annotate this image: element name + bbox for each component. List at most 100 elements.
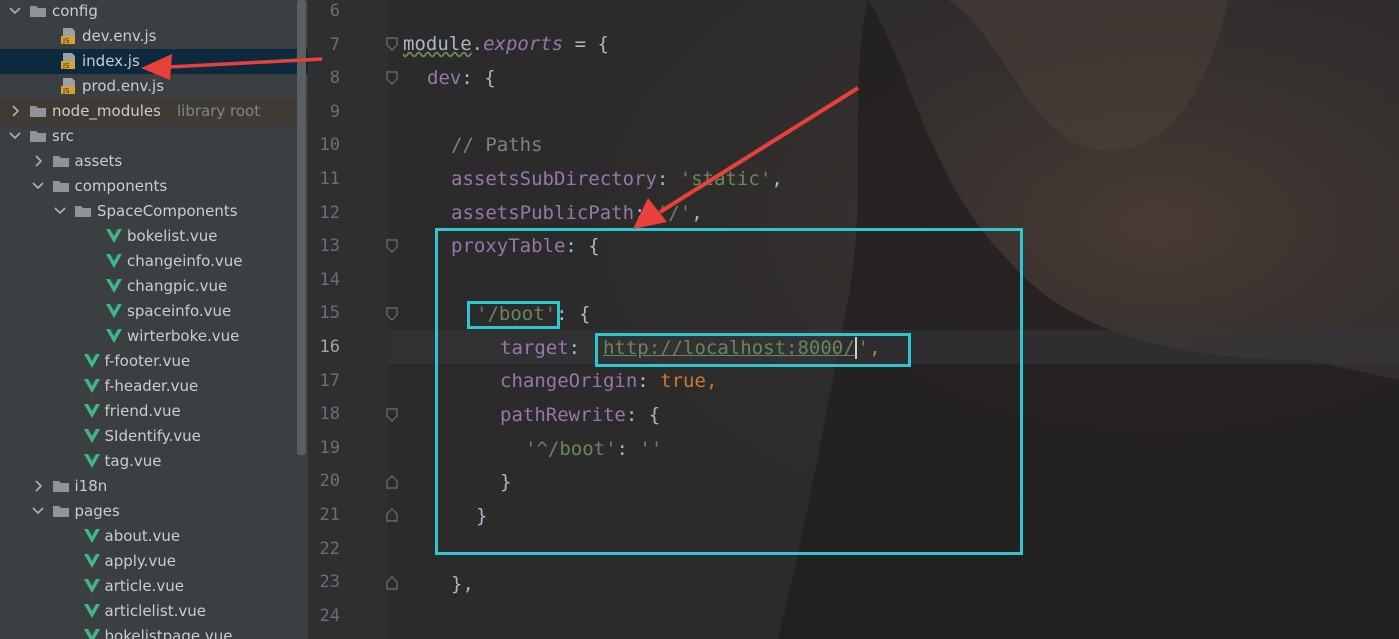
js-file-icon: JS	[61, 28, 75, 45]
line-number: 23	[319, 572, 340, 593]
tree-item[interactable]: JS dev.env.js	[0, 24, 308, 49]
line-number: 18	[319, 404, 340, 425]
chevron-down-icon[interactable]	[53, 203, 67, 219]
tree-item-label: SpaceComponents	[97, 202, 238, 220]
tree-item[interactable]: JS prod.env.js	[0, 74, 308, 99]
chevron-right-icon[interactable]	[31, 153, 45, 169]
code-token: dev	[427, 67, 462, 89]
tree-item-label: article.vue	[104, 577, 184, 595]
line-number: 9	[329, 101, 340, 122]
line-number: 14	[319, 269, 340, 290]
folder-icon	[30, 6, 46, 17]
code-token: ,	[691, 202, 703, 224]
chevron-down-icon[interactable]	[8, 128, 22, 144]
chevron-down-icon[interactable]	[8, 3, 22, 19]
tree-item-label: components	[74, 177, 168, 195]
folder-icon	[52, 156, 69, 167]
library-root-hint: library root	[177, 102, 261, 120]
fold-marker-icon[interactable]	[386, 307, 398, 321]
vue-file-icon	[106, 304, 122, 318]
js-file-icon: JS	[61, 78, 75, 95]
svg-text:JS: JS	[62, 87, 70, 95]
tree-item[interactable]: articlelist.vue	[0, 599, 308, 624]
tree-item[interactable]: components	[0, 174, 308, 199]
tree-item[interactable]: friend.vue	[0, 399, 308, 424]
code-token: },	[451, 573, 474, 595]
tree-item[interactable]: node_modules library root	[0, 99, 308, 124]
tree-item[interactable]: wirterboke.vue	[0, 324, 308, 349]
code-line-8: dev: {	[427, 67, 496, 89]
tree-item-label: node_modules	[52, 102, 161, 120]
code-token: .	[471, 33, 484, 55]
tree-item-label: i18n	[74, 477, 108, 495]
code-token: :	[634, 202, 657, 224]
tree-item-label: changpic.vue	[127, 277, 228, 295]
chevron-right-icon[interactable]	[8, 103, 22, 119]
vue-file-icon	[83, 354, 100, 368]
tree-item-label: apply.vue	[104, 552, 177, 570]
code-line-11: assetsSubDirectory: 'static',	[451, 168, 783, 190]
chevron-right-icon[interactable]	[31, 478, 45, 494]
tree-item[interactable]: f-footer.vue	[0, 349, 308, 374]
folder-icon	[30, 106, 46, 117]
tree-item[interactable]: i18n	[0, 474, 308, 499]
tree-item[interactable]: pages	[0, 499, 308, 524]
code-line-10: // Paths	[451, 134, 543, 156]
tree-item[interactable]: spaceinfo.vue	[0, 299, 308, 324]
code-string: 'static'	[679, 168, 772, 190]
fold-end-icon[interactable]	[386, 576, 398, 590]
vue-file-icon	[106, 279, 122, 293]
tree-item[interactable]: JS index.js	[0, 49, 308, 74]
tree-item[interactable]: changeinfo.vue	[0, 249, 308, 274]
fold-marker-icon[interactable]	[386, 37, 398, 51]
tree-item-label: friend.vue	[104, 402, 181, 420]
fold-marker-icon[interactable]	[386, 239, 398, 253]
code-editor[interactable]: 6 7 8 9 10 11 12 13 14 15 16 17 18 19 20 21 22 23 24 modul…	[308, 0, 1399, 639]
fold-marker-icon[interactable]	[386, 408, 398, 422]
tree-item[interactable]: about.vue	[0, 524, 308, 549]
tree-item[interactable]: apply.vue	[0, 549, 308, 574]
vue-file-icon	[106, 329, 122, 343]
tree-item-label: bokelist.vue	[127, 227, 218, 245]
chevron-down-icon[interactable]	[31, 178, 45, 194]
fold-end-icon[interactable]	[386, 475, 398, 489]
tree-item-label: index.js	[82, 52, 140, 70]
tree-item-label: spaceinfo.vue	[127, 302, 232, 320]
tree-item[interactable]: src	[0, 124, 308, 149]
tree-item-label: dev.env.js	[82, 27, 157, 45]
tree-item[interactable]: f-header.vue	[0, 374, 308, 399]
line-number: 6	[329, 1, 340, 21]
tree-item[interactable]: assets	[0, 149, 308, 174]
line-number: 7	[329, 34, 340, 55]
vue-file-icon	[83, 379, 100, 393]
url-highlight-box	[595, 333, 911, 367]
tree-item[interactable]: bokelist.vue	[0, 224, 308, 249]
line-number: 11	[319, 169, 340, 189]
code-comment: // Paths	[451, 134, 543, 156]
fold-end-icon[interactable]	[386, 508, 398, 522]
code-token: ,	[771, 168, 783, 190]
tree-item[interactable]: bokelistpage.vue	[0, 624, 308, 639]
fold-marker-icon[interactable]	[386, 71, 398, 85]
tree-item-label: changeinfo.vue	[127, 252, 243, 270]
tree-scrollbar[interactable]	[297, 0, 306, 455]
tree-item-label: about.vue	[104, 527, 181, 545]
tree-item[interactable]: changpic.vue	[0, 274, 308, 299]
tree-item-label: prod.env.js	[82, 77, 165, 95]
line-number: 19	[319, 437, 340, 458]
tree-item[interactable]: SIdentify.vue	[0, 424, 308, 449]
chevron-down-icon[interactable]	[31, 503, 45, 519]
folder-icon	[52, 481, 69, 492]
tree-item[interactable]: tag.vue	[0, 449, 308, 474]
svg-text:JS: JS	[62, 37, 70, 45]
folder-icon	[52, 181, 69, 192]
tree-item[interactable]: article.vue	[0, 574, 308, 599]
code-token: module	[403, 33, 472, 55]
tree-item[interactable]: SpaceComponents	[0, 199, 308, 224]
folder-icon	[75, 206, 91, 217]
line-number: 8	[329, 68, 340, 89]
tree-item-label: tag.vue	[104, 452, 162, 470]
tree-item[interactable]: config	[0, 0, 308, 24]
boot-key-highlight-box	[467, 301, 560, 329]
line-number: 16	[319, 337, 340, 357]
